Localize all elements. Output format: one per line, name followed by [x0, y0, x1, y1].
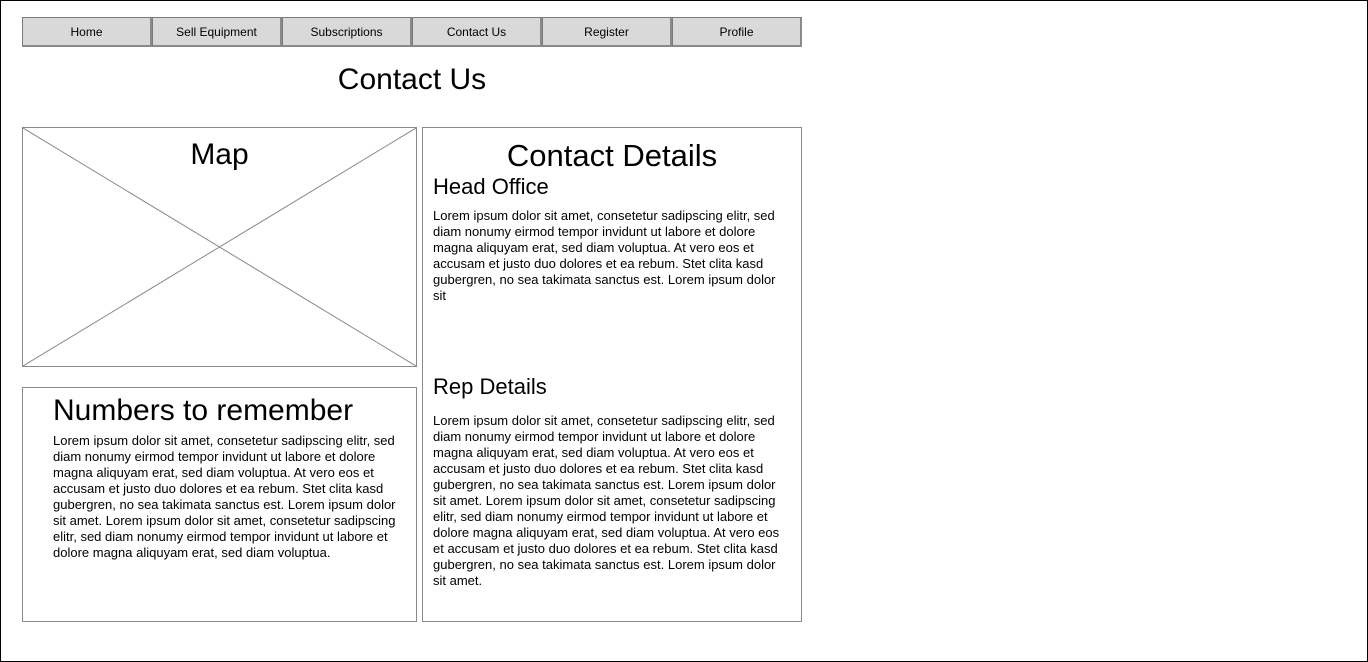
head-office-title: Head Office: [433, 174, 549, 199]
nav-sell-equipment-button[interactable]: Sell Equipment: [152, 17, 282, 47]
page-title: Contact Us: [337, 63, 487, 96]
rep-details-title: Rep Details: [433, 374, 547, 399]
nav-profile-button[interactable]: Profile: [672, 17, 802, 47]
map-title: Map: [190, 138, 249, 171]
nav-register-button[interactable]: Register: [542, 17, 672, 47]
map-panel: Map: [22, 127, 417, 367]
nav-home-button[interactable]: Home: [22, 17, 152, 47]
numbers-title: Numbers to remember: [53, 394, 354, 427]
nav-bar: Home Sell Equipment Subscriptions Contac…: [22, 17, 802, 47]
head-office-text: Lorem ipsum dolor sit amet, consetetur s…: [433, 208, 776, 303]
rep-details-text: Lorem ipsum dolor sit amet, consetetur s…: [433, 413, 780, 588]
contact-details-panel: Contact Details Head Office Lorem ipsum …: [422, 127, 802, 622]
nav-subscriptions-button[interactable]: Subscriptions: [282, 17, 412, 47]
contact-details-title: Contact Details: [506, 138, 718, 173]
page-frame: Home Sell Equipment Subscriptions Contac…: [0, 0, 1368, 662]
numbers-text: Lorem ipsum dolor sit amet, consetetur s…: [53, 433, 396, 560]
numbers-panel: Numbers to remember Lorem ipsum dolor si…: [22, 387, 417, 622]
nav-contact-us-button[interactable]: Contact Us: [412, 17, 542, 47]
